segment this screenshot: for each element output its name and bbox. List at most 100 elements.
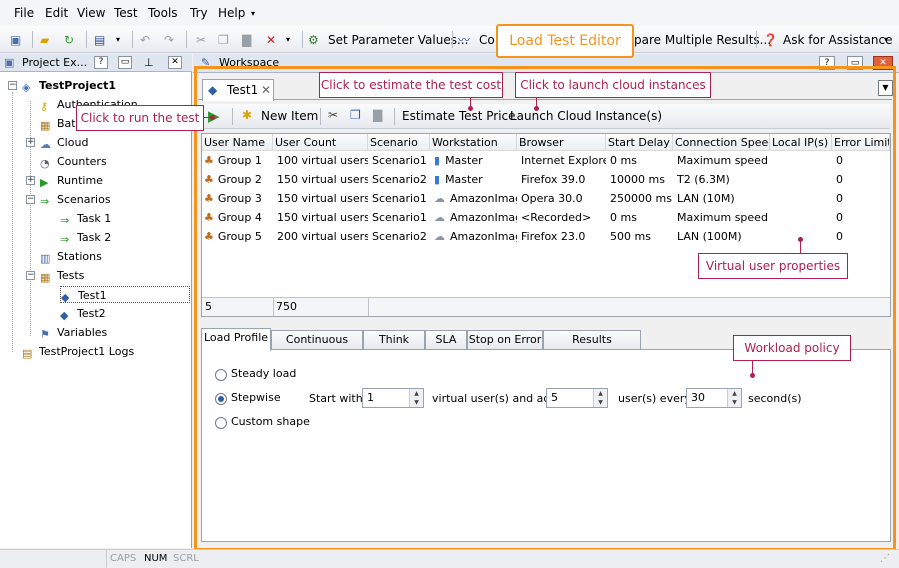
tree-item-stations[interactable]: ▥ Stations bbox=[40, 248, 102, 265]
tree-item-runtime[interactable]: ▶ Runtime bbox=[40, 172, 103, 189]
task-icon: ⇒ bbox=[60, 214, 70, 227]
menu-file[interactable]: File bbox=[14, 6, 34, 20]
scenario-icon: ⇒ bbox=[40, 195, 50, 208]
tree-label: Counters bbox=[57, 155, 107, 168]
callout-dot bbox=[534, 106, 539, 111]
load-test-editor-label: Load Test Editor bbox=[496, 24, 634, 58]
toolbar-separator bbox=[132, 31, 133, 48]
menu-test[interactable]: Test bbox=[114, 6, 138, 20]
tree-item-scenarios[interactable]: ⇒ Scenarios bbox=[40, 191, 111, 208]
help-icon[interactable]: ? bbox=[94, 56, 108, 69]
callout-dot bbox=[798, 237, 803, 242]
compare-results-icon[interactable]: 〰 bbox=[458, 30, 470, 50]
task-icon: ⇒ bbox=[60, 233, 70, 246]
resize-grip-icon[interactable]: ⋰ bbox=[880, 553, 890, 564]
menu-view[interactable]: View bbox=[77, 6, 105, 20]
chevron-down-icon[interactable]: ▾ bbox=[286, 30, 290, 50]
tests-icon: ▦ bbox=[40, 271, 51, 284]
tree-item-logs[interactable]: ▤ TestProject1 Logs bbox=[22, 343, 134, 360]
menu-edit[interactable]: Edit bbox=[45, 6, 68, 20]
chevron-down-icon[interactable]: ▾ bbox=[251, 9, 255, 18]
expand-toggle[interactable]: + bbox=[26, 176, 35, 185]
tree-item-bat[interactable]: ▦ Bat bbox=[40, 115, 76, 132]
tree-item-testproject1[interactable]: ◈ TestProject1 bbox=[22, 77, 116, 94]
toolbar-separator bbox=[186, 31, 187, 48]
menu-help[interactable]: Help bbox=[218, 6, 245, 20]
tree-item-variables[interactable]: ⚑ Variables bbox=[40, 324, 107, 341]
main-toolbar: ▣ ▰ ↻ ▤ ▾ ↶ ↷ ✂ ❐ ▇ ✕ ▾ ⚙ Set Parameter … bbox=[0, 26, 899, 53]
menu-tools[interactable]: Tools bbox=[148, 6, 178, 20]
project-explorer-title: Project Ex... bbox=[22, 56, 88, 69]
callout-estimate: Click to estimate the test cost bbox=[319, 72, 503, 98]
load-test-editor-highlight bbox=[194, 66, 896, 551]
cloud-icon: ☁ bbox=[40, 138, 51, 151]
tree-item-cloud[interactable]: ☁ Cloud bbox=[40, 134, 88, 151]
test-icon: ◆ bbox=[61, 291, 70, 304]
tree-label: TestProject1 bbox=[39, 79, 117, 92]
delete-icon[interactable]: ✕ bbox=[266, 30, 276, 50]
stations-icon: ▥ bbox=[40, 252, 51, 265]
tree-label: Runtime bbox=[57, 174, 103, 187]
tree-line bbox=[12, 92, 13, 352]
cut-icon[interactable]: ✂ bbox=[196, 30, 206, 50]
ask-for-assistance-button[interactable]: Ask for Assistance bbox=[783, 30, 892, 50]
callout-dot bbox=[210, 115, 215, 120]
tree-item-test2[interactable]: ◆ Test2 bbox=[60, 305, 106, 322]
pin-icon[interactable]: ⊥ bbox=[144, 54, 154, 72]
tree-label: Stations bbox=[57, 250, 102, 263]
tree-item-counters[interactable]: ◔ Counters bbox=[40, 153, 107, 170]
menu-try[interactable]: Try bbox=[190, 6, 208, 20]
collapse-toggle[interactable]: − bbox=[26, 271, 35, 280]
tree-item-test1[interactable]: ◆ Test1 bbox=[60, 286, 190, 304]
chevron-down-icon[interactable]: ▾ bbox=[116, 30, 120, 50]
tree-label: Test1 bbox=[78, 289, 107, 302]
close-icon[interactable]: ✕ bbox=[168, 56, 182, 69]
help-icon[interactable]: ❓ bbox=[763, 30, 778, 50]
variables-icon: ⚑ bbox=[40, 328, 50, 341]
paste-icon[interactable]: ▇ bbox=[242, 30, 251, 50]
callout-dot bbox=[468, 106, 473, 111]
project-explorer-icon: ▣ bbox=[4, 56, 15, 69]
undo-icon[interactable]: ↶ bbox=[140, 30, 150, 50]
tree-item-task-1[interactable]: ⇒ Task 1 bbox=[60, 210, 111, 227]
tree-label: Cloud bbox=[57, 136, 89, 149]
expand-toggle[interactable]: + bbox=[26, 138, 35, 147]
test-icon: ◆ bbox=[60, 309, 69, 322]
caps-indicator: CAPS bbox=[110, 553, 137, 564]
window-icon[interactable]: ▭ bbox=[118, 56, 132, 69]
project-icon: ◈ bbox=[22, 81, 31, 94]
tree-label: Task 1 bbox=[77, 212, 112, 225]
tree-label: Task 2 bbox=[77, 231, 112, 244]
collapse-toggle[interactable]: − bbox=[8, 81, 17, 90]
save-icon[interactable]: ▤ bbox=[94, 30, 105, 50]
copy-icon[interactable]: ❐ bbox=[218, 30, 229, 50]
scrl-indicator: SCRL bbox=[173, 553, 199, 564]
refresh-icon[interactable]: ↻ bbox=[64, 30, 74, 50]
tree-label: Test2 bbox=[77, 307, 106, 320]
logs-icon: ▤ bbox=[22, 347, 33, 360]
compare-results-button[interactable]: Co bbox=[479, 30, 495, 50]
tree-item-task-2[interactable]: ⇒ Task 2 bbox=[60, 229, 111, 246]
parameters-icon[interactable]: ⚙ bbox=[308, 30, 319, 50]
divider bbox=[106, 550, 107, 568]
chevron-down-icon[interactable]: ▾ bbox=[884, 30, 888, 50]
callout-dot bbox=[750, 373, 755, 378]
tree-label: Scenarios bbox=[57, 193, 111, 206]
set-parameter-values-button[interactable]: Set Parameter Values... bbox=[328, 30, 468, 50]
callout-line bbox=[800, 241, 801, 253]
new-project-icon[interactable]: ▣ bbox=[10, 30, 21, 50]
project-explorer-header: ▣ Project Ex... ? ▭ ⊥ ✕ bbox=[0, 54, 192, 72]
tab-load-profile[interactable]: Load Profile bbox=[201, 328, 271, 351]
open-folder-icon[interactable]: ▰ bbox=[40, 30, 49, 50]
tree-label: Variables bbox=[57, 326, 108, 339]
redo-icon[interactable]: ↷ bbox=[164, 30, 174, 50]
gauge-icon: ◔ bbox=[40, 157, 50, 170]
menu-bar: File Edit View Test Tools Try Help ▾ bbox=[0, 0, 899, 26]
play-icon: ▶ bbox=[40, 176, 49, 189]
callout-workload: Workload policy bbox=[733, 335, 851, 361]
collapse-toggle[interactable]: − bbox=[26, 195, 35, 204]
tree-item-tests[interactable]: ▦ Tests bbox=[40, 267, 84, 284]
callout-run-test: Click to run the test bbox=[76, 105, 204, 131]
toolbar-separator bbox=[86, 31, 87, 48]
compare-results-button-rest[interactable]: pare Multiple Results... bbox=[634, 30, 771, 50]
